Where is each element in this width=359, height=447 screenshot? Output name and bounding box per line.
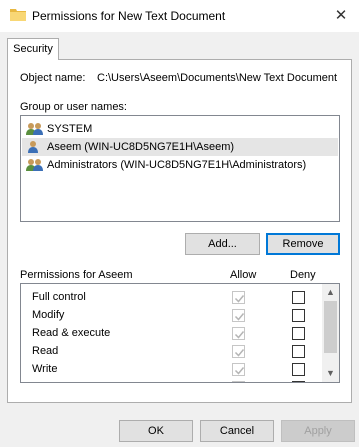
allow-checkbox: [232, 345, 245, 358]
deny-checkbox[interactable]: [292, 309, 305, 322]
list-item-administrators[interactable]: Administrators (WIN-UC8D5NG7E1H\Administ…: [22, 156, 338, 174]
cancel-button[interactable]: Cancel: [200, 420, 274, 442]
group-list[interactable]: SYSTEM Aseem (WIN-UC8D5NG7E1H\Aseem) Adm…: [20, 115, 340, 222]
title-bar: Permissions for New Text Document ✕: [0, 0, 359, 32]
allow-checkbox: [232, 291, 245, 304]
permissions-list[interactable]: Full control Modify Read & execute Read …: [20, 283, 340, 383]
allow-checkbox: [232, 309, 245, 322]
allow-checkbox: [232, 381, 245, 382]
deny-checkbox[interactable]: [292, 381, 305, 382]
tab-security[interactable]: Security: [7, 38, 59, 60]
scroll-down-icon[interactable]: ▼: [322, 365, 339, 382]
permission-row-read-execute: Read & execute: [21, 325, 323, 343]
allow-checkbox: [232, 363, 245, 376]
permission-row-modify: Modify: [21, 307, 323, 325]
permission-row-write: Write: [21, 361, 323, 379]
list-item-system[interactable]: SYSTEM: [22, 120, 338, 138]
deny-checkbox[interactable]: [292, 327, 305, 340]
permission-row-full-control: Full control: [21, 289, 323, 307]
object-name-value: C:\Users\Aseem\Documents\New Text Docume…: [97, 72, 338, 84]
deny-checkbox[interactable]: [292, 345, 305, 358]
group-icon: [26, 123, 43, 135]
apply-button[interactable]: Apply: [281, 420, 355, 442]
user-icon: [28, 141, 38, 153]
scroll-up-icon[interactable]: ▲: [322, 284, 339, 301]
group-names-label: Group or user names:: [20, 101, 127, 113]
permission-name: Full control: [32, 291, 86, 303]
object-name-label: Object name:: [20, 72, 86, 84]
list-item-label: SYSTEM: [47, 123, 93, 135]
allow-column-header: Allow: [230, 269, 257, 281]
permissions-scrollbar[interactable]: ▲ ▼: [322, 284, 339, 382]
add-button[interactable]: Add...: [185, 233, 260, 255]
list-item-label: Aseem (WIN-UC8D5NG7E1H\Aseem): [47, 141, 235, 153]
deny-column-header: Deny: [290, 269, 316, 281]
scroll-thumb[interactable]: [324, 301, 337, 353]
remove-button[interactable]: Remove: [266, 233, 340, 255]
deny-checkbox[interactable]: [292, 363, 305, 376]
permission-row-read: Read: [21, 343, 323, 361]
deny-checkbox[interactable]: [292, 291, 305, 304]
permission-row-partial: [21, 379, 323, 382]
list-item-aseem[interactable]: Aseem (WIN-UC8D5NG7E1H\Aseem): [22, 138, 338, 156]
permission-name: Write: [32, 363, 58, 375]
list-item-label: Administrators (WIN-UC8D5NG7E1H\Administ…: [47, 159, 307, 171]
permission-name: Modify: [32, 309, 65, 321]
permission-name: Read & execute: [32, 327, 111, 339]
group-icon: [26, 159, 43, 171]
allow-checkbox: [232, 327, 245, 340]
folder-icon: [10, 8, 26, 21]
window-title: Permissions for New Text Document: [32, 9, 226, 23]
close-icon[interactable]: ✕: [329, 5, 353, 27]
permission-name: Read: [32, 345, 59, 357]
permissions-header: Permissions for Aseem: [20, 269, 133, 281]
ok-button[interactable]: OK: [119, 420, 193, 442]
